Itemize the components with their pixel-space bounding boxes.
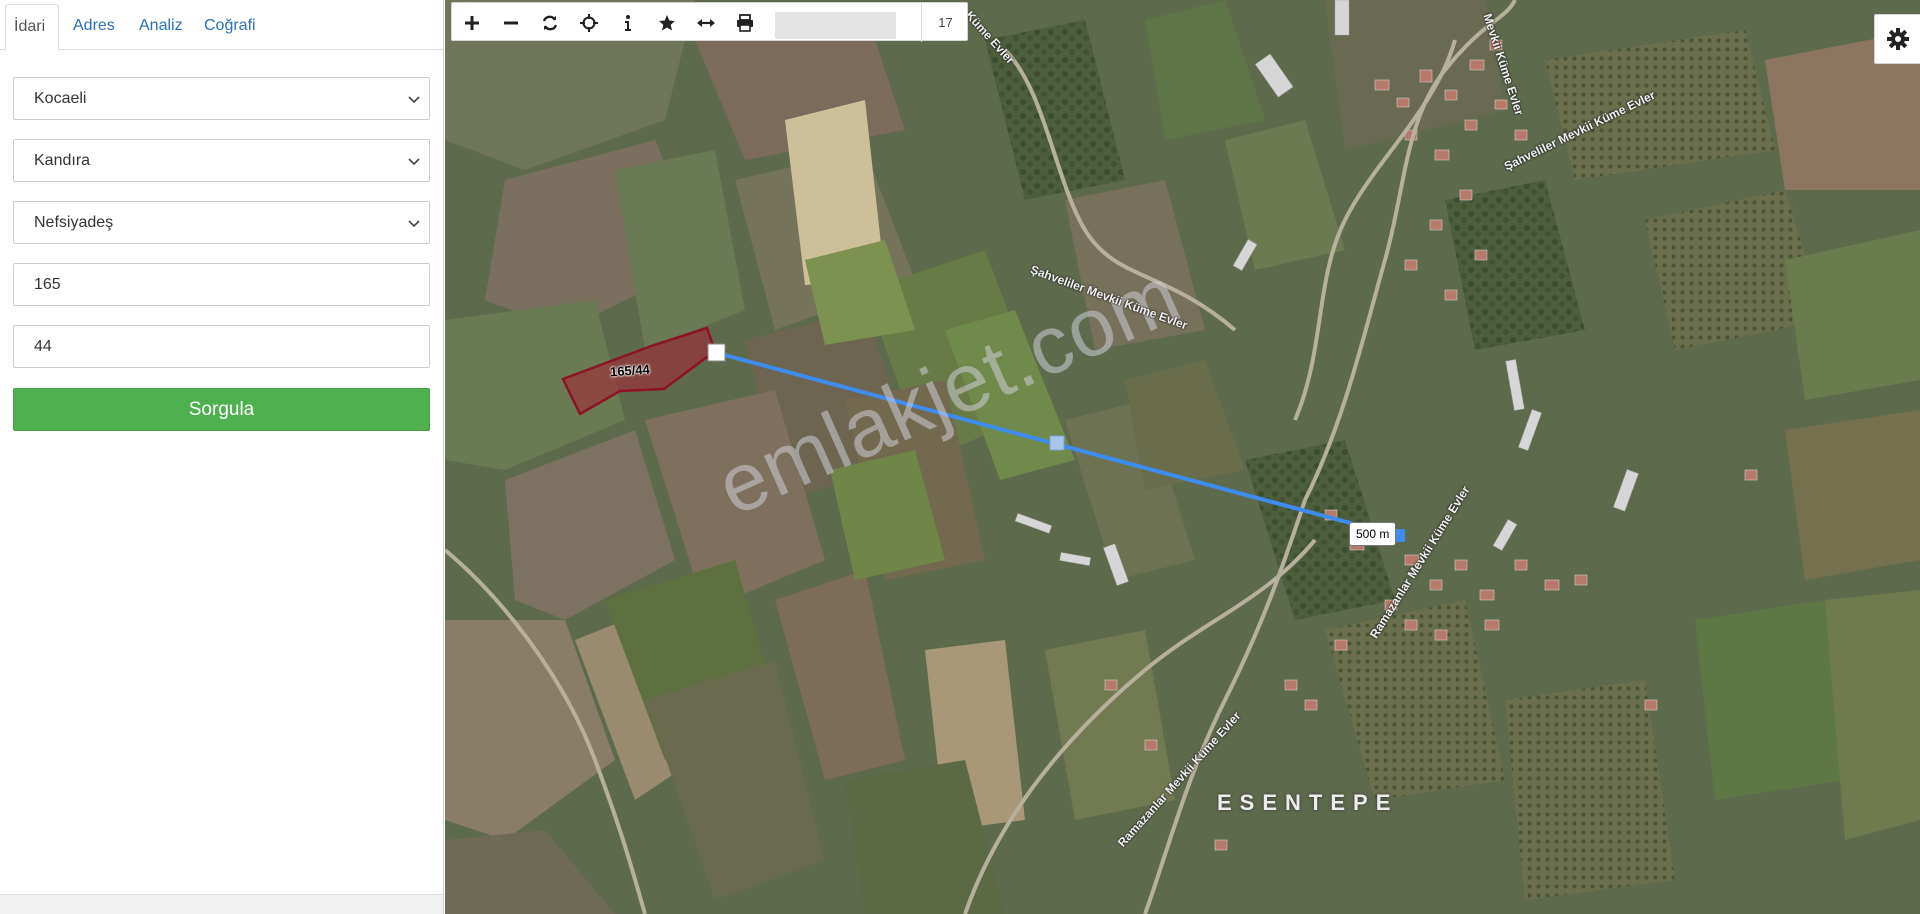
refresh-button[interactable] [530, 3, 569, 42]
query-button[interactable]: Sorgula [13, 388, 430, 431]
map-toolbar: 17 [451, 2, 969, 42]
district-select[interactable]: Kandıra [13, 139, 430, 182]
satellite-map[interactable]: 165/44 500 m emlakjet.com ESENTEPE Şahve… [445, 0, 1920, 914]
distance-label: 500 m [1349, 522, 1397, 546]
parcel-number-value: 44 [34, 338, 52, 355]
zoom-out-icon [503, 21, 518, 24]
tab-cografi[interactable]: Coğrafi [196, 4, 264, 51]
chevron-down-icon [408, 220, 420, 228]
measure-icon [696, 18, 715, 27]
locate-button[interactable] [569, 3, 608, 42]
favorite-button[interactable] [647, 3, 686, 42]
star-icon [658, 14, 675, 30]
info-button[interactable] [608, 3, 647, 42]
neighborhood-select[interactable]: Nefsiyadeş [13, 201, 430, 244]
block-number-value: 165 [34, 276, 61, 293]
measure-button[interactable] [686, 3, 725, 42]
print-icon [736, 13, 753, 32]
refresh-icon [542, 15, 557, 30]
village-label: ESENTEPE [1217, 790, 1399, 815]
settings-button[interactable] [1874, 14, 1920, 64]
chevron-down-icon [408, 158, 420, 166]
province-select[interactable]: Kocaeli [13, 77, 430, 120]
zoom-level: 17 [921, 3, 969, 42]
neighborhood-value: Nefsiyadeş [34, 214, 114, 231]
map-search-input[interactable] [775, 12, 896, 39]
chevron-down-icon [408, 96, 420, 104]
zoom-in-icon [464, 15, 479, 30]
parcel-number-input[interactable]: 44 [13, 325, 430, 368]
zoom-out-button[interactable] [491, 3, 530, 42]
measure-mid-handle[interactable] [1049, 435, 1065, 451]
print-button[interactable] [725, 3, 764, 42]
parcel-label: 165/44 [609, 361, 651, 380]
district-value: Kandıra [34, 152, 91, 169]
gear-icon [1886, 28, 1909, 50]
tab-adres[interactable]: Adres [65, 4, 123, 51]
crosshair-icon [579, 13, 598, 32]
block-number-input[interactable]: 165 [13, 263, 430, 306]
tab-analiz[interactable]: Analiz [131, 4, 191, 51]
province-value: Kocaeli [34, 90, 87, 107]
measure-start-handle[interactable] [707, 343, 726, 362]
query-sidebar: İdari Adres Analiz Coğrafi Kocaeli Kandı… [0, 0, 444, 914]
sidebar-scrollbar[interactable] [0, 894, 443, 914]
zoom-in-button[interactable] [452, 3, 491, 42]
tab-idari[interactable]: İdari [5, 4, 59, 51]
info-icon [624, 14, 631, 31]
sidebar-tabs: İdari Adres Analiz Coğrafi [0, 0, 443, 51]
